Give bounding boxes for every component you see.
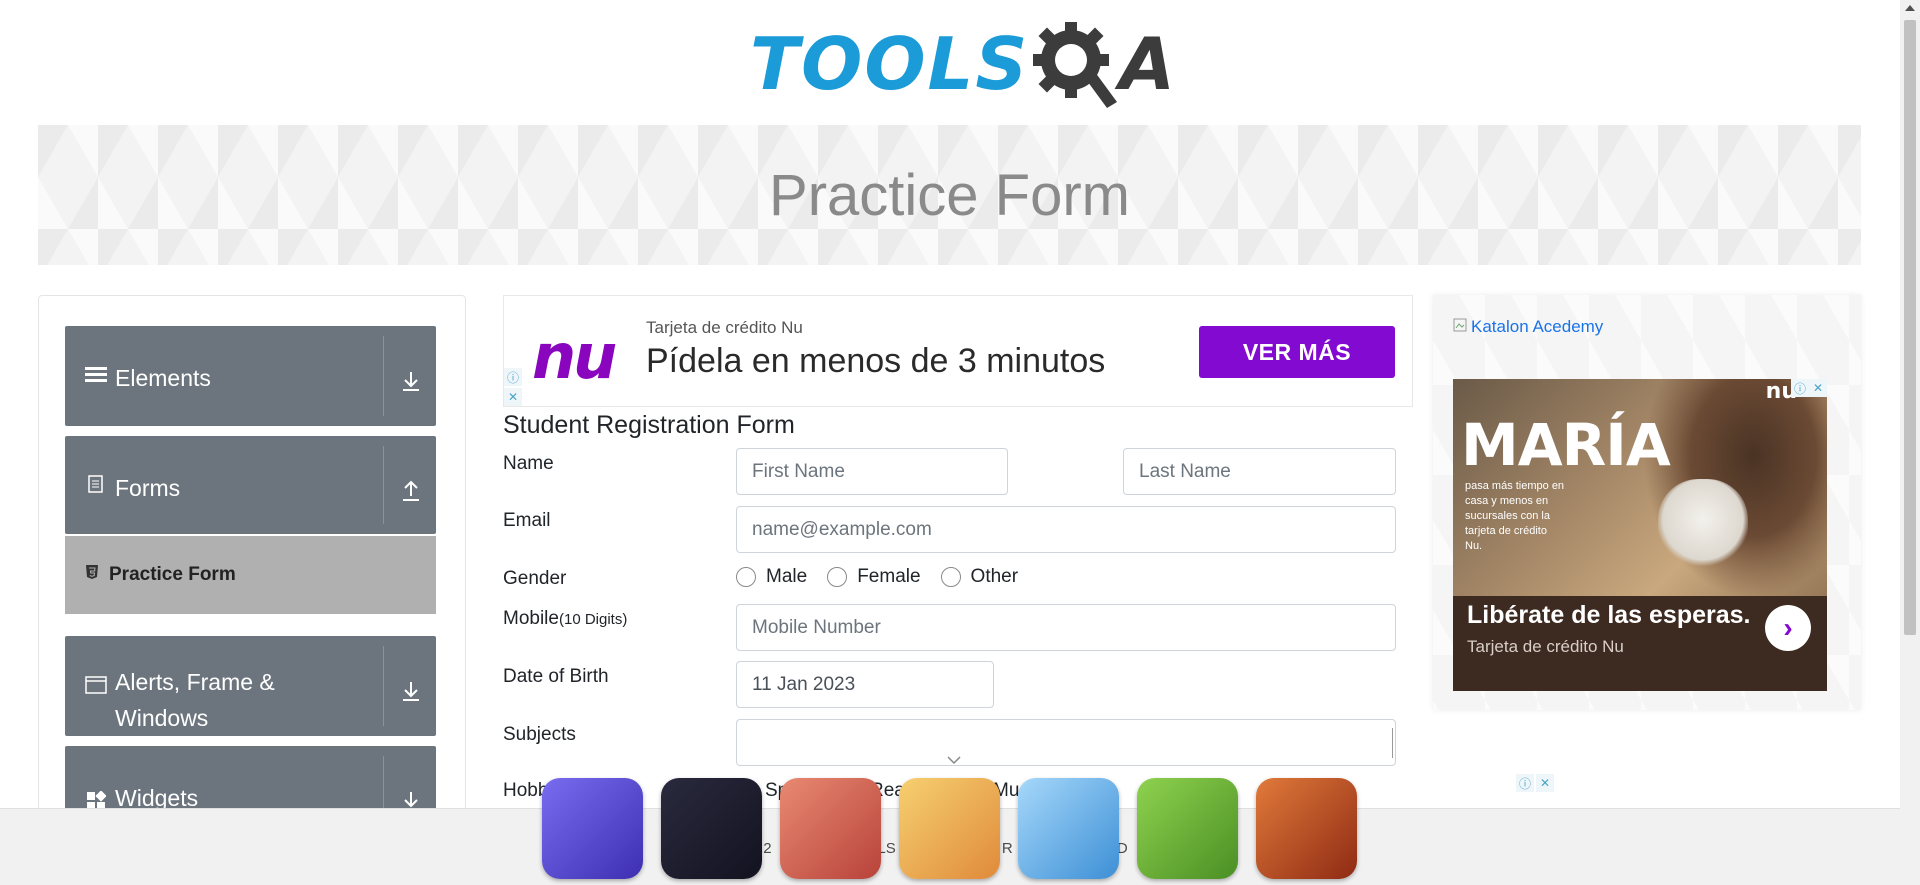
ad-headline: Pídela en menos de 3 minutos <box>646 342 1106 380</box>
sidebar-group-elements[interactable]: Elements <box>65 326 436 426</box>
ad-maria-body: pasa más tiempo en casa y menos en sucur… <box>1465 480 1565 552</box>
page: TOOLS A Practice Form Elements Forms Pra… <box>0 0 1920 885</box>
ad-card-headline: Libérate de las esperas. <box>1467 601 1751 629</box>
gender-male-radio[interactable]: Male <box>736 566 807 588</box>
gender-radio-group: Male Female Other <box>736 566 1018 588</box>
mobile-input[interactable]: Mobile Number <box>736 604 1396 651</box>
chevron-down-icon <box>945 750 963 772</box>
radio-label: Female <box>857 566 921 587</box>
html5-icon <box>85 564 99 586</box>
hair-salon-icon[interactable] <box>780 778 881 879</box>
scrollbar-thumb[interactable] <box>1904 20 1916 635</box>
radio-label: Other <box>970 566 1019 587</box>
window-icon <box>85 670 107 706</box>
fruit-ninja-icon[interactable] <box>1256 778 1357 879</box>
upload-arrow-icon[interactable] <box>396 476 426 506</box>
dentist-icon[interactable] <box>1018 778 1119 879</box>
sidebar-item-label: Practice Form <box>109 564 236 585</box>
separator <box>383 336 384 416</box>
gender-female-radio[interactable]: Female <box>827 566 921 588</box>
dob-input[interactable]: 11 Jan 2023 <box>736 661 994 708</box>
sidebar-group-label: Alerts, Frame & Windows <box>115 669 275 731</box>
sidebar: Elements Forms Practice Form Alerts, Fra… <box>38 295 466 885</box>
ad-banner-nu[interactable]: nu Tarjeta de crédito Nu Pídela en menos… <box>503 295 1413 407</box>
page-title: Practice Form <box>769 162 1130 228</box>
form-title: Student Registration Form <box>503 411 795 439</box>
mobile-label: Mobile(10 Digits) <box>503 608 627 630</box>
ad-info-icon[interactable]: ⓘ <box>504 368 522 386</box>
hamburger-icon <box>85 360 107 396</box>
download-arrow-icon[interactable] <box>396 676 426 706</box>
divider <box>1392 728 1393 758</box>
ad-cta-button[interactable]: VER MÁS <box>1199 326 1395 378</box>
radio-circle[interactable] <box>940 567 961 587</box>
page-banner: Practice Form <box>38 125 1861 265</box>
mobile-label-text: Mobile <box>503 608 559 629</box>
ad-right-panel: Katalon Acedemy nu MARÍA pasa más tiempo… <box>1433 295 1861 710</box>
gender-other-radio[interactable]: Other <box>940 566 1019 588</box>
vertical-scrollbar[interactable] <box>1900 0 1920 885</box>
katalon-ad-link[interactable]: Katalon Acedemy <box>1453 317 1603 337</box>
ad-card-subtitle: Tarjeta de crédito Nu <box>1467 637 1624 656</box>
radio-circle[interactable] <box>827 567 848 587</box>
ad-maria-title: MARÍA <box>1461 411 1671 479</box>
logo-text-tools: TOOLS <box>750 22 1030 106</box>
game-icons-row <box>542 778 1357 879</box>
ad-close-icon[interactable]: ✕ <box>504 388 522 406</box>
ad-info-icon[interactable]: ⓘ <box>1791 379 1809 397</box>
ad-close-icon[interactable]: ✕ <box>1536 774 1554 792</box>
separator <box>383 446 384 524</box>
subjects-input[interactable] <box>736 719 1396 766</box>
mobile-hint: (10 Digits) <box>558 611 628 628</box>
first-name-input[interactable]: First Name <box>736 448 1008 495</box>
logo-text-a: A <box>1119 22 1175 106</box>
toolsqa-logo[interactable]: TOOLS A <box>750 16 1175 112</box>
ad-close-icon[interactable]: ✕ <box>1809 379 1827 397</box>
download-arrow-icon[interactable] <box>396 366 426 396</box>
broken-image-icon <box>1453 317 1467 337</box>
radio-circle[interactable] <box>736 567 756 587</box>
friday-night-funkin-icon[interactable] <box>661 778 762 879</box>
sidebar-group-alerts[interactable]: Alerts, Frame & Windows <box>65 636 436 736</box>
subjects-label: Subjects <box>503 724 576 745</box>
fruit-mouth-icon[interactable] <box>899 778 1000 879</box>
gear-magnifier-icon <box>1029 16 1119 112</box>
email-input[interactable]: name@example.com <box>736 506 1396 553</box>
ad-photo-dog <box>1658 479 1748 569</box>
sidebar-group-label: Elements <box>115 365 211 391</box>
sidebar-item-practice-form[interactable]: Practice Form <box>65 536 436 614</box>
scroll-up-icon[interactable] <box>1905 5 1915 11</box>
document-icon <box>85 470 107 506</box>
last-name-input[interactable]: Last Name <box>1123 448 1396 495</box>
katalon-link-text: Katalon Acedemy <box>1471 317 1604 336</box>
nu-logo: nu <box>532 320 617 393</box>
ad-info-icon[interactable]: ⓘ <box>1516 774 1534 792</box>
radio-label: Male <box>766 566 808 587</box>
email-label: Email <box>503 510 551 531</box>
gender-label: Gender <box>503 568 567 589</box>
ad-subtitle: Tarjeta de crédito Nu <box>646 318 803 337</box>
dob-label: Date of Birth <box>503 666 609 687</box>
nu-ad-card[interactable]: nu MARÍA pasa más tiempo en casa y menos… <box>1453 379 1827 691</box>
name-label: Name <box>503 453 554 474</box>
squid-game-icon[interactable] <box>542 778 643 879</box>
separator <box>383 646 384 726</box>
chevron-right-icon[interactable]: › <box>1765 605 1811 651</box>
pin-puzzle-icon[interactable] <box>1137 778 1238 879</box>
sidebar-group-label: Forms <box>115 475 181 501</box>
sidebar-group-forms[interactable]: Forms <box>65 436 436 534</box>
